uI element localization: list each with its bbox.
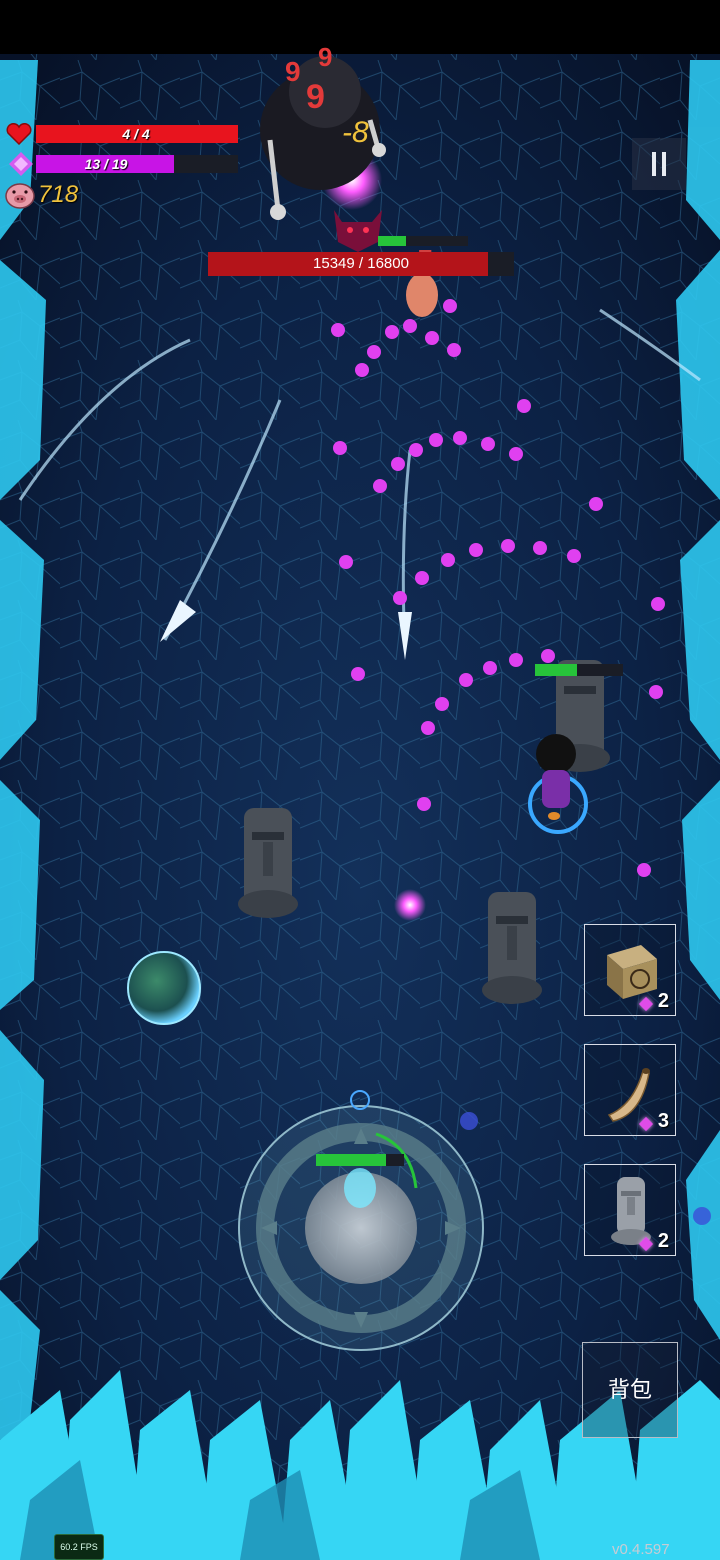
mana-gem-icon (8, 151, 34, 177)
coin-counter: 718 (38, 181, 79, 208)
small-enemy (406, 273, 438, 317)
damage-number: 9 (306, 78, 325, 116)
pause-button[interactable] (632, 138, 686, 190)
boss-hp-bar: 15349 / 16800 (208, 252, 514, 276)
health-text: 4 / 4 (122, 126, 150, 142)
item-slot-horn[interactable]: 3 (584, 1044, 676, 1136)
pause-icon (652, 152, 656, 176)
turret-hp-bar (316, 1154, 404, 1166)
version-label: v0.4.597 (612, 1541, 670, 1558)
boss-hp-text: 15349 / 16800 (313, 255, 409, 272)
item-cost: 3 (657, 1110, 669, 1132)
virtual-joystick[interactable] (236, 1088, 486, 1352)
item-cost: 2 (657, 990, 669, 1012)
health-bar: 4 / 4 (36, 125, 238, 143)
statue-hp-bar (535, 664, 623, 676)
game-screen[interactable]: { "player": { "health_text": "4 / 4", "h… (0, 0, 720, 1560)
backpack-button[interactable]: 背包 (582, 1342, 678, 1438)
damage-number: 9 (285, 56, 301, 87)
mana-text: 13 / 19 (84, 156, 128, 172)
magic-orb-glow (394, 889, 426, 921)
pig-icon (4, 180, 36, 210)
damage-number: -8 (342, 116, 369, 149)
moai-statue (238, 808, 298, 918)
mana-bar: 13 / 19 (36, 155, 238, 173)
moai-statue (482, 892, 542, 1004)
item-slot-crate[interactable]: 2 (584, 924, 676, 1016)
item-cost: 2 (657, 1230, 669, 1252)
shield-bubble-pickup (127, 951, 201, 1025)
item-slot-moai[interactable]: 2 (584, 1164, 676, 1256)
heart-icon (6, 123, 36, 146)
fps-counter: 60.2 FPS (54, 1534, 104, 1560)
damage-number: 9 (318, 42, 333, 72)
enemy-hp-bar (378, 236, 468, 246)
